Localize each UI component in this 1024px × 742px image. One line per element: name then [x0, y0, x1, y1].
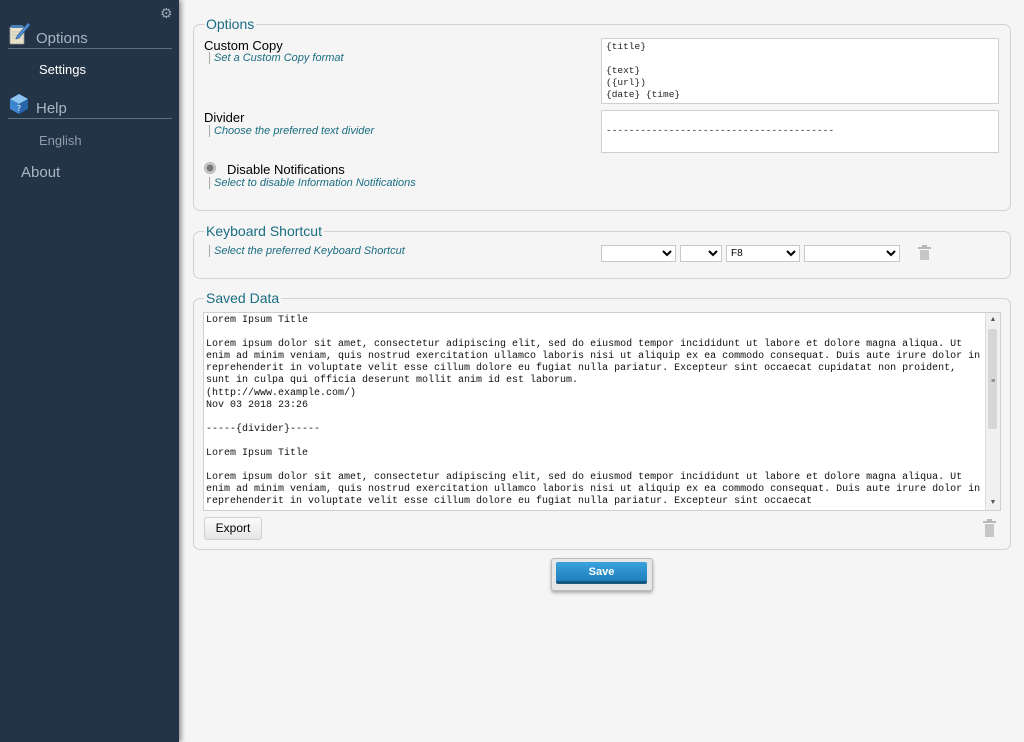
export-button[interactable]: Export: [204, 517, 262, 540]
extra-key-select[interactable]: [804, 245, 900, 262]
trash-saved-data-icon[interactable]: [983, 519, 996, 538]
sidebar-section-options: Options: [8, 22, 172, 49]
scroll-down-arrow-icon[interactable]: ▼: [986, 496, 1000, 510]
keyboard-shortcut-legend: Keyboard Shortcut: [206, 223, 322, 239]
divider-label: Divider: [204, 110, 245, 125]
sidebar-item-about[interactable]: About: [21, 164, 60, 181]
scroll-grip-icon: ≡: [990, 378, 996, 385]
gear-icon[interactable]: ⚙: [160, 5, 173, 22]
sidebar-item-english[interactable]: English: [39, 133, 82, 148]
svg-text:?: ?: [17, 104, 21, 113]
custom-copy-input[interactable]: {title} {text} ({url}) {date} {time}: [601, 38, 999, 104]
key-select[interactable]: F8: [726, 245, 800, 262]
saved-data-scrollbar[interactable]: ▲ ≡ ▼: [985, 313, 1000, 510]
saved-data-text[interactable]: Lorem Ipsum Title Lorem ipsum dolor sit …: [204, 313, 985, 510]
divider-hint: Choose the preferred text divider: [209, 125, 374, 137]
divider-input[interactable]: ----------------------------------------: [601, 110, 999, 153]
save-button[interactable]: Save: [556, 562, 647, 584]
trash-shortcut-icon[interactable]: [918, 245, 931, 260]
options-legend: Options: [206, 16, 255, 32]
keyboard-shortcut-hint: Select the preferred Keyboard Shortcut: [209, 245, 405, 257]
disable-notifications-hint: Select to disable Information Notificati…: [209, 177, 416, 189]
modifier-select-1[interactable]: [601, 245, 676, 262]
saved-data-textarea[interactable]: Lorem Ipsum Title Lorem ipsum dolor sit …: [203, 312, 1001, 511]
saved-data-legend: Saved Data: [206, 290, 280, 306]
sidebar-item-settings[interactable]: Settings: [39, 62, 86, 77]
sidebar-section-help: ? Help: [8, 94, 172, 119]
modifier-select-2[interactable]: [680, 245, 722, 262]
sidebar: ⚙ Options Settings ? Help English About: [0, 0, 179, 742]
sidebar-help-label: Help: [36, 100, 67, 117]
notepad-pencil-icon: [9, 22, 30, 45]
disable-notifications-radio[interactable]: [204, 162, 216, 174]
sidebar-options-label: Options: [36, 30, 88, 47]
custom-copy-hint: Set a Custom Copy format: [209, 52, 344, 64]
disable-notifications-label: Disable Notifications: [227, 162, 345, 177]
cube-icon: ?: [10, 94, 28, 114]
custom-copy-label: Custom Copy: [204, 38, 283, 53]
scroll-up-arrow-icon[interactable]: ▲: [986, 313, 1000, 327]
